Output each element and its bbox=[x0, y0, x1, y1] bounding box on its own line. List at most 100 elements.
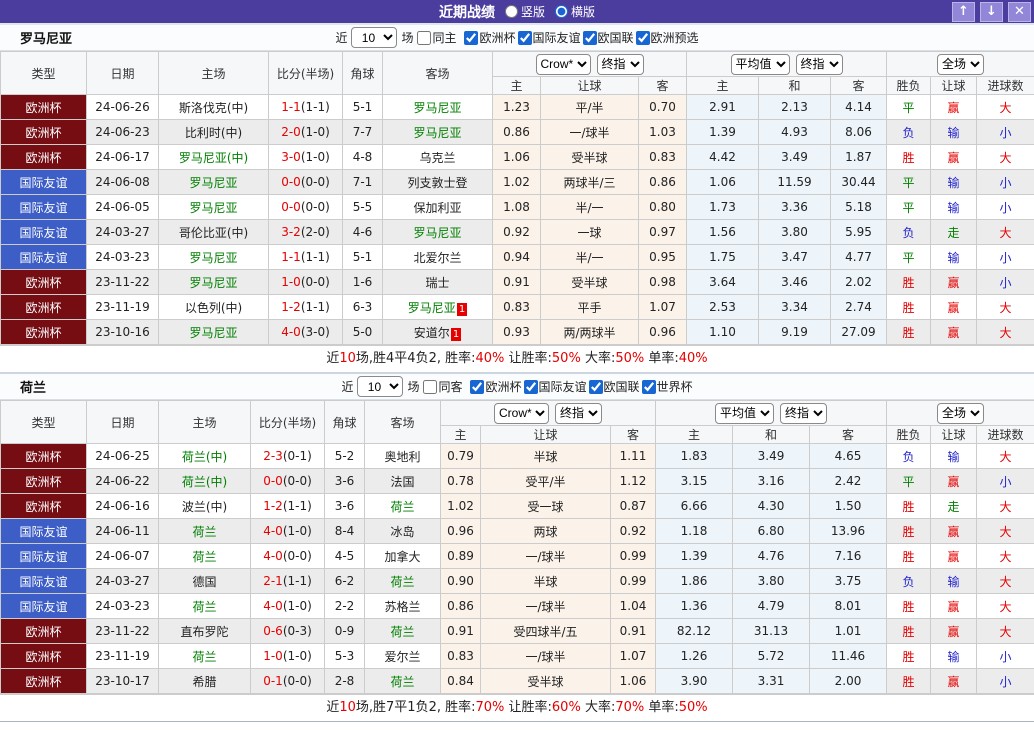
summary-text: 大率: bbox=[580, 700, 616, 715]
euro-away-odds: 30.44 bbox=[829, 169, 888, 195]
result-wdl: 胜 bbox=[886, 518, 932, 544]
home-team: 罗马尼亚 bbox=[158, 269, 269, 295]
competition-checkbox[interactable] bbox=[517, 30, 532, 45]
team-name: 罗马尼亚 bbox=[20, 32, 73, 47]
layout-option-vertical[interactable]: 竖版 bbox=[504, 3, 545, 20]
same-venue-filter[interactable]: 同主 bbox=[417, 29, 456, 46]
team-label: 以色列(中) bbox=[184, 300, 243, 315]
summary-text: 让胜率: bbox=[504, 700, 552, 715]
competition-type: 欧洲杯 bbox=[0, 294, 87, 320]
asia-time-select[interactable]: 终指 bbox=[596, 53, 644, 75]
competition-filter[interactable]: 欧洲预选 bbox=[635, 29, 699, 46]
away-team: 保加利亚 bbox=[382, 194, 493, 220]
match-date: 24-06-17 bbox=[86, 144, 159, 170]
asia-provider-select[interactable]: Crow* bbox=[494, 402, 549, 424]
euro-time-select[interactable]: 终指 bbox=[795, 53, 843, 75]
recent-count-select[interactable]: 10 bbox=[351, 27, 398, 48]
competition-checkbox[interactable] bbox=[470, 379, 485, 394]
vertical-radio[interactable] bbox=[504, 5, 518, 18]
asia-handicap: 半/一 bbox=[540, 244, 639, 270]
competition-filter[interactable]: 国际友谊 bbox=[517, 29, 581, 46]
same-venue-checkbox[interactable] bbox=[417, 30, 432, 45]
euro-time-select[interactable]: 终指 bbox=[780, 402, 827, 424]
half-time-score: (0-0) bbox=[300, 200, 330, 214]
move-up-button[interactable]: ↑ bbox=[952, 1, 975, 22]
match-date: 24-03-27 bbox=[86, 568, 159, 594]
competition-filter[interactable]: 欧洲杯 bbox=[470, 378, 522, 395]
euro-away-odds: 3.75 bbox=[808, 568, 888, 594]
team-label: 苏格兰 bbox=[384, 599, 421, 614]
layout-option-horizontal[interactable]: 横版 bbox=[555, 3, 595, 20]
close-button[interactable]: ✕ bbox=[1008, 1, 1031, 22]
asia-handicap: 半球 bbox=[480, 568, 611, 594]
summary-stat-value: 50% bbox=[551, 351, 581, 366]
match-row: 欧洲杯 23-11-19 荷兰 1-0(1-0) 5-3 爱尔兰 0.83 一/球半 1.07 1… bbox=[0, 643, 1034, 669]
euro-draw-odds: 4.93 bbox=[758, 119, 831, 145]
corner-score: 5-0 bbox=[342, 319, 383, 345]
competition-filter[interactable]: 欧国联 bbox=[582, 29, 634, 46]
score-cell: 4-0(1-0) bbox=[250, 593, 325, 619]
home-team: 希腊 bbox=[158, 668, 251, 694]
competition-type: 欧洲杯 bbox=[0, 119, 87, 145]
result-goals: 大 bbox=[976, 618, 1034, 644]
matches-body: 欧洲杯 24-06-25 荷兰(中) 2-3(0-1) 5-2 奥地利 0.79 半球 1.11… bbox=[0, 443, 1034, 694]
competition-filter[interactable]: 欧国联 bbox=[588, 378, 640, 395]
competition-checkbox[interactable] bbox=[523, 379, 538, 394]
score-cell: 3-0(1-0) bbox=[268, 144, 343, 170]
match-row: 国际友谊 24-03-23 荷兰 4-0(1-0) 2-2 苏格兰 0.86 一/球半 1.04… bbox=[0, 593, 1034, 619]
half-time-score: (0-0) bbox=[282, 549, 312, 563]
euro-draw-odds: 3.80 bbox=[758, 219, 831, 245]
result-handicap: 输 bbox=[930, 169, 978, 195]
matches-body: 欧洲杯 24-06-26 斯洛伐克(中) 1-1(1-1) 5-1 罗马尼亚 1.23 平/半… bbox=[0, 94, 1034, 345]
euro-provider-select[interactable]: 平均值 bbox=[730, 53, 790, 75]
asia-time-select[interactable]: 终指 bbox=[555, 402, 602, 424]
team-label: 罗马尼亚(中) bbox=[178, 150, 249, 165]
recent-count-select[interactable]: 10 bbox=[357, 376, 404, 397]
competition-checkbox[interactable] bbox=[464, 30, 479, 45]
euro-away-odds: 11.46 bbox=[808, 643, 888, 669]
full-time-score: 4-0 bbox=[263, 599, 283, 613]
result-wdl: 胜 bbox=[886, 668, 932, 694]
horizontal-radio[interactable] bbox=[555, 5, 568, 18]
competition-checkbox[interactable] bbox=[582, 30, 597, 45]
euro-away-odds: 2.00 bbox=[808, 668, 888, 694]
euro-home-odds: 82.12 bbox=[655, 618, 733, 644]
competition-checkbox[interactable] bbox=[641, 379, 656, 394]
euro-draw-odds: 2.13 bbox=[758, 94, 831, 120]
col-home: 主场 bbox=[158, 400, 251, 444]
col-home: 主场 bbox=[158, 51, 269, 95]
asia-away-odds: 0.98 bbox=[638, 269, 687, 295]
asia-away-odds: 0.70 bbox=[638, 94, 687, 120]
competition-filter[interactable]: 欧洲杯 bbox=[464, 29, 516, 46]
team-label: 奥地利 bbox=[384, 449, 421, 464]
full-time-score: 4-0 bbox=[263, 549, 283, 563]
competition-checkbox[interactable] bbox=[635, 30, 650, 45]
euro-home-odds: 1.56 bbox=[686, 219, 759, 245]
col-asia-home: 主 bbox=[440, 425, 481, 444]
euro-draw-odds: 3.80 bbox=[732, 568, 810, 594]
col-asia-home: 主 bbox=[492, 76, 541, 95]
corner-score: 5-1 bbox=[342, 244, 383, 270]
result-handicap: 输 bbox=[930, 119, 978, 145]
same-venue-filter[interactable]: 同客 bbox=[423, 378, 462, 395]
scope-select[interactable]: 全场 bbox=[937, 402, 985, 424]
euro-provider-select[interactable]: 平均值 bbox=[715, 402, 774, 424]
result-goals: 大 bbox=[976, 543, 1034, 569]
asia-home-odds: 0.91 bbox=[492, 269, 541, 295]
competition-type: 国际友谊 bbox=[0, 244, 87, 270]
team-label: 罗马尼亚 bbox=[413, 100, 462, 115]
asia-provider-select[interactable]: Crow* bbox=[535, 53, 591, 75]
team-label: 直布罗陀 bbox=[180, 624, 229, 639]
team-label: 法国 bbox=[390, 474, 415, 489]
competition-filter[interactable]: 世界杯 bbox=[641, 378, 693, 395]
scope-select[interactable]: 全场 bbox=[937, 53, 985, 75]
same-venue-checkbox[interactable] bbox=[423, 379, 438, 394]
filters-bar: 近 10 场 同主 欧洲杯 国际友谊 欧国联 欧洲预选 bbox=[335, 27, 699, 48]
competition-label: 国际友谊 bbox=[538, 380, 587, 394]
move-down-button[interactable]: ↓ bbox=[980, 1, 1003, 22]
competition-checkbox[interactable] bbox=[588, 379, 603, 394]
competition-filter[interactable]: 国际友谊 bbox=[523, 378, 587, 395]
result-wdl: 胜 bbox=[886, 543, 932, 569]
competition-filters: 欧洲杯 国际友谊 欧国联 世界杯 bbox=[470, 378, 693, 395]
match-row: 欧洲杯 23-11-22 罗马尼亚 1-0(0-0) 1-6 瑞士 0.91 受半球 0.98 3… bbox=[0, 269, 1034, 295]
